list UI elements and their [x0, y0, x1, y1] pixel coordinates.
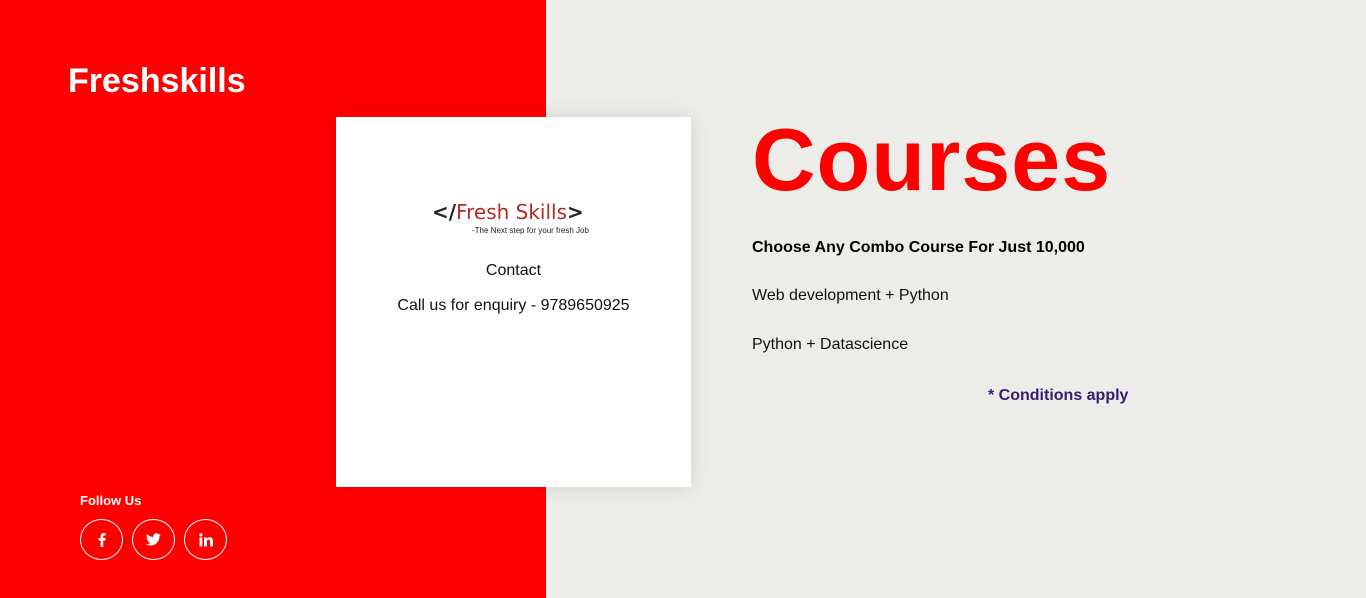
- twitter-button[interactable]: [132, 519, 175, 560]
- logo-bracket-open: </: [432, 200, 457, 224]
- conditions-note: * Conditions apply: [988, 387, 1129, 404]
- combo-offer: Choose Any Combo Course For Just 10,000: [752, 239, 1085, 256]
- contact-card: </Fresh Skills> -The Next step for your …: [336, 117, 691, 487]
- linkedin-icon: [198, 532, 213, 547]
- logo-name: Fresh Skills: [456, 200, 568, 224]
- logo-tagline: -The Next step for your fresh Job: [472, 226, 589, 235]
- contact-heading: Contact: [485, 262, 542, 279]
- contact-phone: Call us for enquiry - 9789650925: [397, 297, 630, 314]
- brand-title: Freshskills: [68, 62, 246, 100]
- facebook-button[interactable]: [80, 519, 123, 560]
- page: Freshskills Follow Us </Fresh Skills> -T…: [0, 0, 1366, 598]
- courses-title: Courses: [752, 110, 1112, 209]
- logo-bracket-close: >: [567, 200, 584, 224]
- twitter-icon: [146, 533, 161, 546]
- follow-us-label: Follow Us: [80, 493, 142, 508]
- facebook-icon: [95, 532, 109, 547]
- fresh-skills-logo: </Fresh Skills> -The Next step for your …: [432, 199, 600, 239]
- combo-course-item: Python + Datascience: [752, 336, 909, 353]
- combo-course-item: Web development + Python: [752, 287, 949, 304]
- social-links: [80, 519, 227, 560]
- linkedin-button[interactable]: [184, 519, 227, 560]
